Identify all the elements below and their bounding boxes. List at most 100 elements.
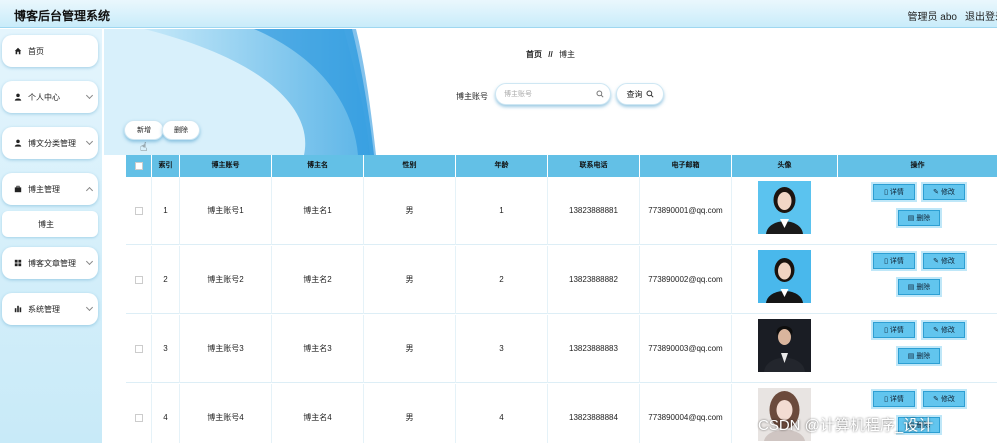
avatar <box>758 250 811 303</box>
cell-gender: 男 <box>364 315 456 383</box>
logout-link[interactable]: 退出登录 <box>965 8 997 23</box>
sidebar-item-label: 博客文章管理 <box>28 258 76 268</box>
cell-account: 博主账号4 <box>180 384 272 443</box>
grid-icon <box>14 259 22 267</box>
edit-icon: ✎ <box>933 189 939 196</box>
add-button[interactable]: 新增 <box>124 120 164 140</box>
main-content: 首页 // 博主 博主账号 查询 新增 删除 ☝ 索引 博主账号 博主名 性别 … <box>104 29 997 443</box>
col-index: 索引 <box>152 155 180 177</box>
edit-icon: ✎ <box>933 327 939 334</box>
breadcrumb: 首页 // 博主 <box>104 49 997 60</box>
edit-icon: ✎ <box>933 396 939 403</box>
search-icon <box>645 90 654 98</box>
cell-email: 773890002@qq.com <box>640 246 732 314</box>
breadcrumb-current: 博主 <box>558 50 575 59</box>
cell-gender: 男 <box>364 384 456 443</box>
cell-name: 博主名3 <box>272 315 364 383</box>
detail-button[interactable]: ▯ 详情 <box>873 184 915 200</box>
chevron-up-icon <box>85 186 94 195</box>
delete-button[interactable]: ▤ 删除 <box>898 279 940 295</box>
detail-button[interactable]: ▯ 详情 <box>873 391 915 407</box>
edit-button[interactable]: ✎ 修改 <box>923 253 965 269</box>
cell-gender: 男 <box>364 246 456 314</box>
query-button-label: 查询 <box>626 89 643 99</box>
sidebar-item-category[interactable]: 博文分类管理 <box>2 127 98 159</box>
sidebar-item-personal[interactable]: 个人中心 <box>2 81 98 113</box>
row-checkbox[interactable] <box>135 207 143 215</box>
search-field[interactable] <box>495 83 611 105</box>
select-all-cell <box>126 155 152 177</box>
row-checkbox[interactable] <box>135 276 143 284</box>
cell-age: 3 <box>456 315 548 383</box>
cell-phone: 13823888884 <box>548 384 640 443</box>
delete-button[interactable]: ▤ 删除 <box>898 348 940 364</box>
delete-button[interactable]: ▤ 删除 <box>898 210 940 226</box>
cell-index: 3 <box>152 315 180 383</box>
edit-icon: ✎ <box>933 258 939 265</box>
edit-button[interactable]: ✎ 修改 <box>923 184 965 200</box>
sidebar-item-articles[interactable]: 博客文章管理 <box>2 247 98 279</box>
select-all-checkbox[interactable] <box>135 162 143 170</box>
sidebar-subitem-blogger[interactable]: 博主 <box>2 211 98 237</box>
chevron-down-icon <box>85 303 94 312</box>
search-input[interactable] <box>504 89 594 100</box>
col-avatar: 头像 <box>732 155 838 177</box>
avatar <box>758 181 811 234</box>
cell-index: 4 <box>152 384 180 443</box>
breadcrumb-separator: // <box>548 50 553 59</box>
sidebar-item-label: 首页 <box>28 46 44 56</box>
cell-index: 1 <box>152 177 180 245</box>
batch-delete-button[interactable]: 删除 <box>162 120 200 140</box>
user-icon <box>14 139 22 147</box>
row-select-cell <box>126 315 152 383</box>
chart-icon <box>14 305 22 313</box>
detail-button[interactable]: ▯ 详情 <box>873 253 915 269</box>
sidebar-item-label: 博文分类管理 <box>28 138 76 148</box>
chevron-down-icon <box>85 257 94 266</box>
col-email: 电子邮箱 <box>640 155 732 177</box>
cell-account: 博主账号2 <box>180 246 272 314</box>
breadcrumb-home[interactable]: 首页 <box>526 50 542 59</box>
cell-phone: 13823888883 <box>548 315 640 383</box>
home-icon <box>14 47 22 55</box>
table-row: 2 博主账号2 博主名2 男 2 13823888882 773890002@q… <box>126 246 997 314</box>
cell-age: 4 <box>456 384 548 443</box>
edit-button[interactable]: ✎ 修改 <box>923 391 965 407</box>
row-select-cell <box>126 246 152 314</box>
table-header: 索引 博主账号 博主名 性别 年龄 联系电话 电子邮箱 头像 操作 <box>126 155 997 177</box>
cell-account: 博主账号3 <box>180 315 272 383</box>
edit-button[interactable]: ✎ 修改 <box>923 322 965 338</box>
table-row: 3 博主账号3 博主名3 男 3 13823888883 773890003@q… <box>126 315 997 383</box>
sidebar-item-home[interactable]: 首页 <box>2 35 98 67</box>
hand-cursor-icon: ☝ <box>140 140 148 154</box>
cell-name: 博主名1 <box>272 177 364 245</box>
sidebar-item-label: 博主管理 <box>28 184 60 194</box>
row-checkbox[interactable] <box>135 345 143 353</box>
col-phone: 联系电话 <box>548 155 640 177</box>
col-name: 博主名 <box>272 155 364 177</box>
watermark: CSDN @计算机程序_设计 <box>758 417 934 434</box>
detail-icon: ▯ <box>884 189 888 196</box>
col-account: 博主账号 <box>180 155 272 177</box>
sidebar-item-system[interactable]: 系统管理 <box>2 293 98 325</box>
briefcase-icon <box>14 185 22 193</box>
cell-phone: 13823888882 <box>548 246 640 314</box>
sidebar: 首页 个人中心 博文分类管理 博主管理 博主 博客文章管理 系统管理 <box>0 29 102 443</box>
col-actions: 操作 <box>910 162 925 169</box>
cell-email: 773890003@qq.com <box>640 315 732 383</box>
sidebar-item-label: 系统管理 <box>28 304 60 314</box>
query-button[interactable]: 查询 <box>616 83 664 105</box>
top-header: 博客后台管理系统 管理员 abo 退出登录 <box>0 0 997 28</box>
col-gender: 性别 <box>364 155 456 177</box>
trash-icon: ▤ <box>907 215 915 222</box>
cell-account: 博主账号1 <box>180 177 272 245</box>
avatar <box>758 319 811 372</box>
cell-phone: 13823888881 <box>548 177 640 245</box>
cell-index: 2 <box>152 246 180 314</box>
sidebar-item-blogger[interactable]: 博主管理 <box>2 173 98 205</box>
row-checkbox[interactable] <box>135 414 143 422</box>
detail-button[interactable]: ▯ 详情 <box>873 322 915 338</box>
search-icon <box>596 90 604 98</box>
search-label: 博主账号 <box>456 92 488 101</box>
cell-name: 博主名4 <box>272 384 364 443</box>
